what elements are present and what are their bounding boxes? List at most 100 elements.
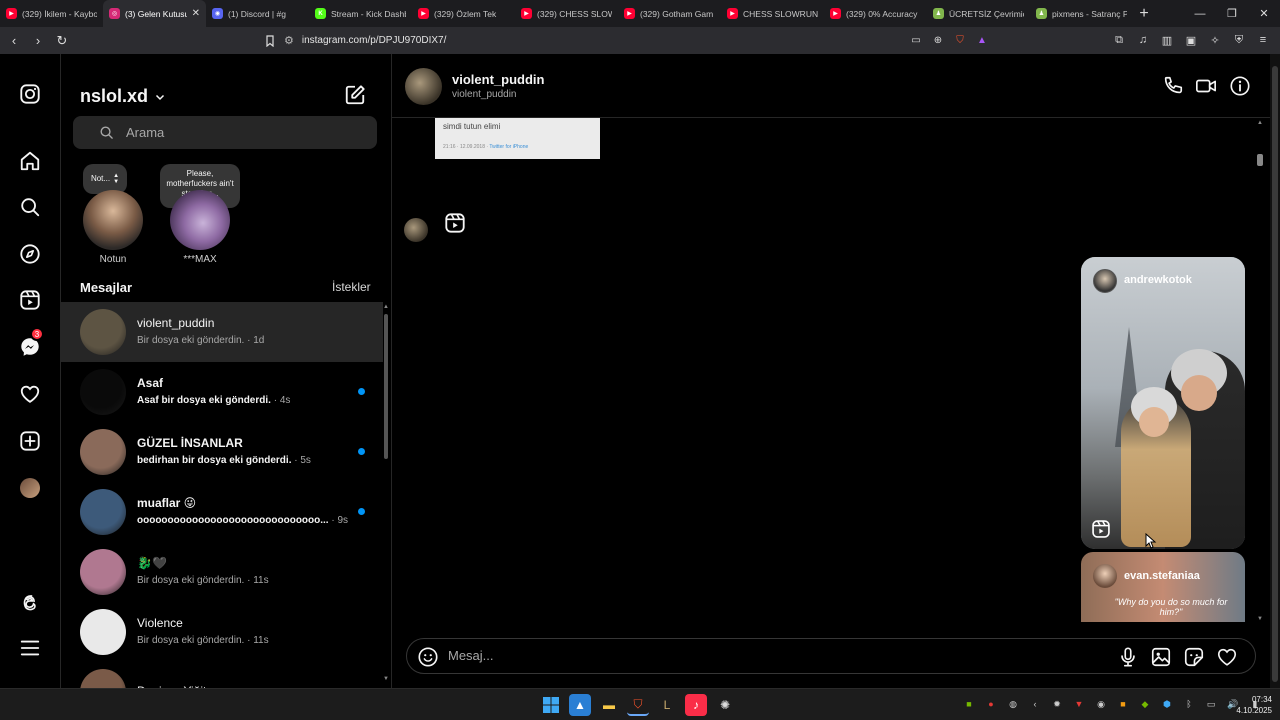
zoom-icon[interactable]: ⊕: [930, 32, 946, 48]
screenshot-icon[interactable]: ⧉: [1110, 31, 1128, 49]
conversation-row[interactable]: GÜZEL İNSANLAR bedirhan bir dosya eki gön…: [61, 422, 383, 482]
more-menu-icon[interactable]: [18, 636, 42, 660]
thread-list-scrollbar[interactable]: ▲ ▼: [383, 304, 389, 684]
conversation-row[interactable]: Violence Bir dosya eki gönderdin. · 11s: [61, 602, 383, 662]
maximize-button[interactable]: ❐: [1216, 0, 1248, 27]
reel-author-avatar[interactable]: [1093, 564, 1117, 588]
microphone-icon[interactable]: [1117, 646, 1139, 668]
threads-icon[interactable]: [18, 590, 42, 614]
instagram-logo-icon[interactable]: [18, 82, 42, 106]
bluetooth-icon[interactable]: ᛒ: [1182, 697, 1196, 711]
shared-reel-card[interactable]: andrewkotok: [1081, 257, 1245, 549]
brave-rewards-icon[interactable]: ▲: [974, 32, 990, 48]
video-call-icon[interactable]: [1195, 75, 1217, 97]
conversation-row[interactable]: Asaf Asaf bir dosya eki gönderdi. · 4s: [61, 362, 383, 422]
photos-app-icon[interactable]: ▲: [569, 694, 591, 716]
browser-tab[interactable]: ♟ pixmens - Satranç P: [1030, 0, 1133, 27]
browser-tab[interactable]: ▶ (329) Özlem Tek: [412, 0, 515, 27]
browser-tab[interactable]: ▶ (329) Gotham Gam: [618, 0, 721, 27]
menu-icon[interactable]: ≡: [1254, 31, 1272, 49]
forward-button[interactable]: ›: [28, 31, 48, 51]
reels-icon[interactable]: [18, 288, 42, 312]
league-client-icon[interactable]: L: [656, 694, 678, 716]
conversation-row[interactable]: violent_puddin Bir dosya eki gönderdin. ·…: [61, 302, 383, 362]
antivirus-icon[interactable]: ▼: [1072, 697, 1086, 711]
contact-avatar[interactable]: [405, 68, 442, 105]
reel-author-name[interactable]: evan.stefaniaa: [1124, 570, 1200, 582]
media-icon[interactable]: ♫: [1134, 31, 1152, 49]
record-icon[interactable]: ●: [984, 697, 998, 711]
account-switcher[interactable]: nslol.xd: [80, 86, 166, 107]
back-button[interactable]: ‹: [4, 31, 24, 51]
close-tab-icon[interactable]: ✕: [192, 8, 200, 19]
bookmark-icon[interactable]: [260, 31, 280, 51]
browser-tab[interactable]: ▶ (329) 0% Accuracy: [824, 0, 927, 27]
gallery-icon[interactable]: [1150, 646, 1172, 668]
file-explorer-icon[interactable]: ▬: [598, 694, 620, 716]
close-window-button[interactable]: ✕: [1248, 0, 1280, 27]
emoji-icon[interactable]: [417, 646, 439, 668]
site-settings-icon[interactable]: ⚙: [284, 34, 294, 47]
display-icon[interactable]: ▭: [1204, 697, 1218, 711]
search-icon[interactable]: [18, 195, 42, 219]
new-tab-button[interactable]: +: [1133, 5, 1155, 23]
conversation-row[interactable]: Denizay Yiğit: [61, 662, 383, 688]
tray-chevron-icon[interactable]: ‹: [1028, 697, 1042, 711]
reel-author-name[interactable]: andrewkotok: [1124, 274, 1192, 286]
cast-icon[interactable]: ▭: [908, 32, 924, 48]
info-icon[interactable]: [1229, 75, 1251, 97]
chatgpt-app-icon[interactable]: ✺: [714, 694, 736, 716]
note-bubble[interactable]: Not... ▲ ▼: [83, 164, 127, 194]
app-tray-icon[interactable]: ■: [1116, 697, 1130, 711]
reel-attachment-icon[interactable]: [444, 212, 466, 234]
requests-link[interactable]: İstekler: [332, 280, 371, 294]
vpn-icon[interactable]: ⛨: [1230, 31, 1248, 49]
conversation-row[interactable]: muaflar 😜 oooooooooooooooooooooooooooooo.…: [61, 482, 383, 542]
brave-shield-icon[interactable]: ⛉: [952, 32, 968, 48]
shared-reel-card[interactable]: evan.stefaniaa "Why do you do so much fo…: [1081, 552, 1245, 622]
messages-icon[interactable]: 3: [18, 327, 44, 359]
like-heart-icon[interactable]: [1216, 646, 1238, 668]
browser-tab[interactable]: ◎ (3) Gelen Kutusu ✕: [103, 0, 206, 27]
browser-tab[interactable]: ▶ CHESS SLOWRUN |: [721, 0, 824, 27]
profile-avatar[interactable]: [18, 476, 42, 500]
leo-icon[interactable]: ✧: [1206, 31, 1224, 49]
search-input[interactable]: [126, 125, 326, 140]
new-message-icon[interactable]: [344, 84, 366, 106]
message-input[interactable]: [448, 648, 1048, 663]
browser-tab[interactable]: ▶ (329) CHESS SLOW: [515, 0, 618, 27]
browser-tab[interactable]: ▶ (329) İkilem - Kaybo: [0, 0, 103, 27]
nvidia-icon[interactable]: ■: [962, 697, 976, 711]
windows-start-icon[interactable]: [540, 694, 562, 716]
steam-icon[interactable]: ◍: [1006, 697, 1020, 711]
create-icon[interactable]: [18, 429, 42, 453]
phone-call-icon[interactable]: [1162, 75, 1184, 97]
conversation-scrollbar[interactable]: ▲ ▼: [1256, 120, 1264, 624]
sticker-icon[interactable]: [1183, 646, 1205, 668]
music-app-icon[interactable]: ♪: [685, 694, 707, 716]
notifications-heart-icon[interactable]: [18, 382, 42, 406]
reload-button[interactable]: ↻: [52, 31, 72, 51]
conversation-row[interactable]: 🐉🖤 Bir dosya eki gönderdin. · 11s: [61, 542, 383, 602]
nvidia-tray-icon[interactable]: ◆: [1138, 697, 1152, 711]
wallet-icon[interactable]: ▣: [1182, 31, 1200, 49]
network-share-icon[interactable]: ⬢: [1160, 697, 1174, 711]
taskbar-clock[interactable]: 07:34 4.10.2025: [1232, 694, 1272, 716]
reel-author-avatar[interactable]: [1093, 269, 1117, 293]
my-note-avatar[interactable]: [83, 190, 143, 250]
shared-tweet-image[interactable]: simdi tutun elimi 21:16 · 12.09.2018 · T…: [435, 118, 600, 159]
browser-tab[interactable]: K Stream - Kick Dashb: [309, 0, 412, 27]
browser-tab[interactable]: ◉ (1) Discord | #g: [206, 0, 309, 27]
page-scrollbar[interactable]: [1270, 54, 1280, 688]
sidebar-icon[interactable]: ▥: [1158, 31, 1176, 49]
search-field[interactable]: [73, 116, 377, 149]
sender-avatar[interactable]: [404, 218, 428, 242]
settings-gear-icon[interactable]: ✹: [1050, 697, 1064, 711]
browser-tab[interactable]: ♟ ÜCRETSİZ Çevrimiç: [927, 0, 1030, 27]
discord-tray-icon[interactable]: ◉: [1094, 697, 1108, 711]
contact-name[interactable]: violent_puddin: [452, 72, 544, 87]
address-bar[interactable]: ⚙ instagram.com/p/DPJU970DIX7/: [280, 30, 1000, 51]
friend-note-avatar[interactable]: [170, 190, 230, 250]
minimize-button[interactable]: —: [1184, 0, 1216, 27]
explore-icon[interactable]: [18, 242, 42, 266]
